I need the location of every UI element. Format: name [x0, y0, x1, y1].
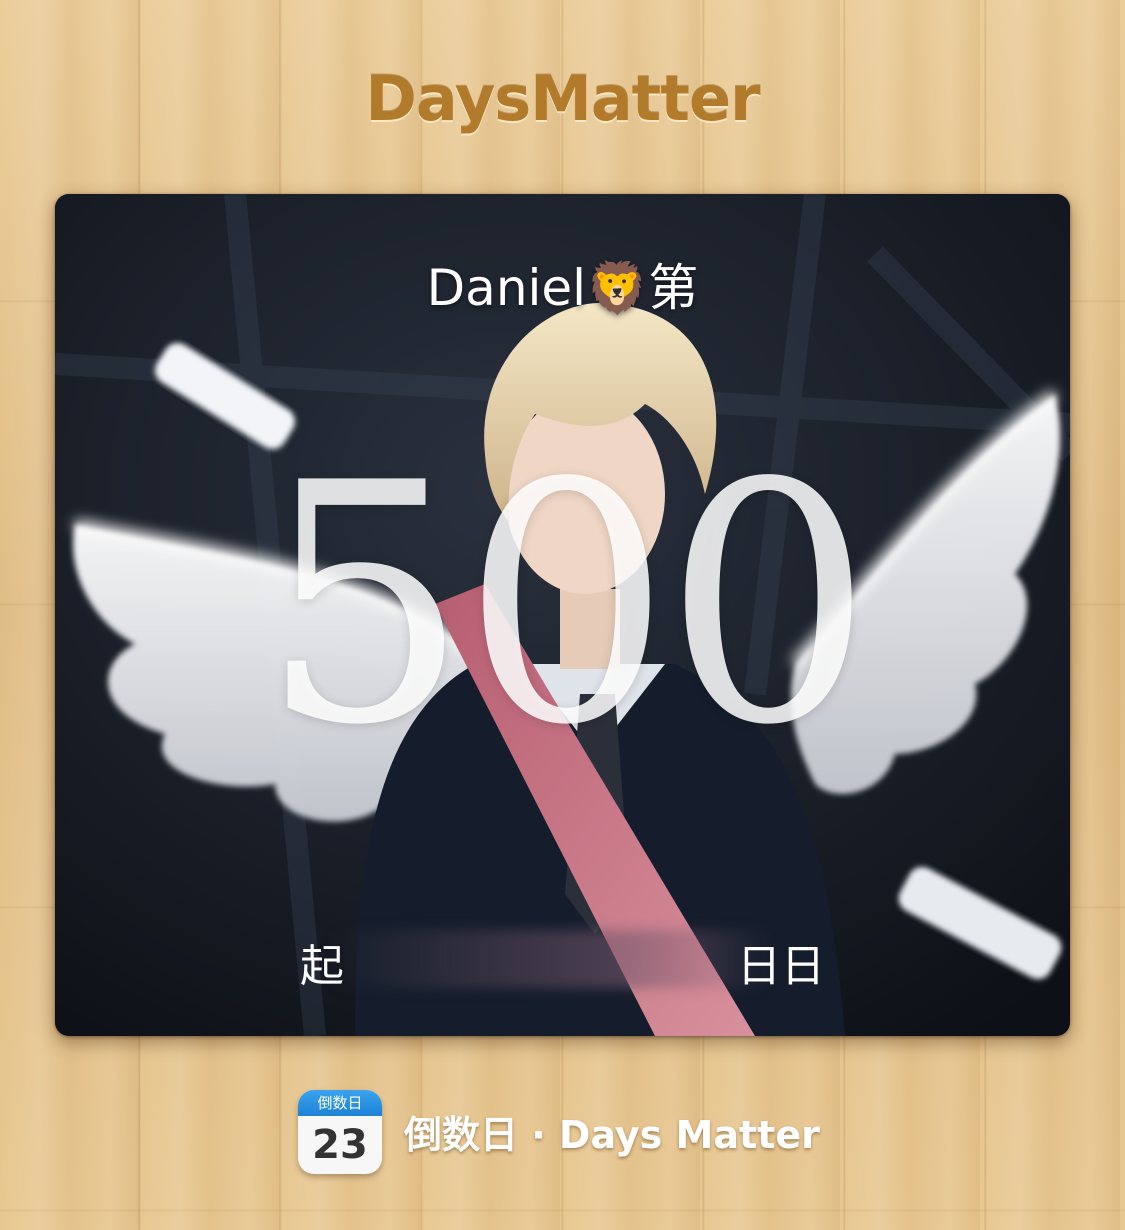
app-title: DaysMatter: [365, 62, 760, 135]
event-date-line: 起 日日: [300, 930, 825, 992]
calendar-icon-header: 倒数日: [298, 1090, 382, 1116]
footer-label: 倒数日 · Days Matter: [404, 1113, 820, 1157]
footer-branding: 倒数日 23 倒数日 · Days Matter: [298, 1090, 858, 1174]
calendar-app-icon: 倒数日 23: [298, 1090, 382, 1174]
date-line-end: 日日: [737, 941, 825, 992]
event-title: Daniel🦁第: [426, 259, 699, 317]
calendar-icon-day: 23: [312, 1122, 368, 1168]
day-count: 500: [259, 413, 874, 797]
date-blur-overlay: [330, 930, 770, 988]
